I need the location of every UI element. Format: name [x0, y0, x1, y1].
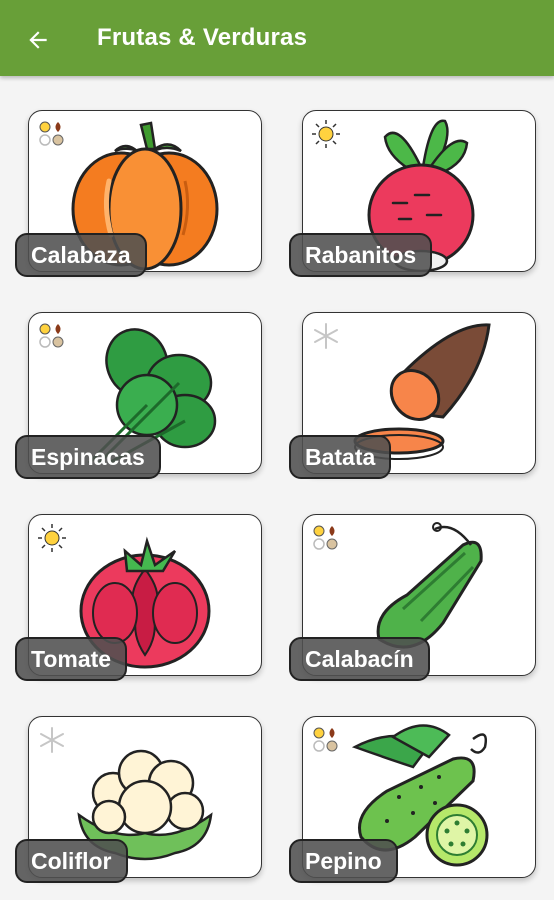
- back-button[interactable]: [18, 20, 58, 60]
- produce-label: Batata: [289, 435, 392, 479]
- multi-season-icon: [313, 727, 338, 752]
- produce-label: Tomate: [15, 637, 128, 681]
- produce-card-coliflor[interactable]: Coliflor: [15, 716, 262, 883]
- produce-card-espinacas[interactable]: Espinacas: [15, 312, 262, 479]
- multi-season-icon: [39, 121, 64, 146]
- produce-card-pepino[interactable]: Pepino: [289, 716, 536, 883]
- produce-grid: Calabaza Rabanitos Espinacas Batata Toma…: [0, 76, 554, 900]
- produce-label: Pepino: [289, 839, 398, 883]
- page-title: Frutas & Verduras: [97, 24, 308, 51]
- produce-label: Espinacas: [15, 435, 161, 479]
- sun-icon: [38, 524, 66, 552]
- produce-label: Coliflor: [15, 839, 128, 883]
- app-bar: Frutas & Verduras: [0, 0, 554, 76]
- multi-season-icon: [39, 323, 64, 348]
- produce-card-rabanitos[interactable]: Rabanitos: [289, 110, 536, 277]
- produce-label: Calabaza: [15, 233, 147, 277]
- produce-card-tomate[interactable]: Tomate: [15, 514, 262, 681]
- produce-card-batata[interactable]: Batata: [289, 312, 536, 479]
- produce-card-calabaza[interactable]: Calabaza: [15, 110, 262, 277]
- multi-season-icon: [313, 525, 338, 550]
- arrow-back-icon: [29, 31, 47, 49]
- produce-label: Rabanitos: [289, 233, 433, 277]
- produce-card-calabacin[interactable]: Calabacín: [289, 514, 536, 681]
- sun-icon: [312, 120, 340, 148]
- snowflake-icon: [40, 727, 64, 753]
- snowflake-icon: [314, 323, 338, 349]
- produce-label: Calabacín: [289, 637, 430, 681]
